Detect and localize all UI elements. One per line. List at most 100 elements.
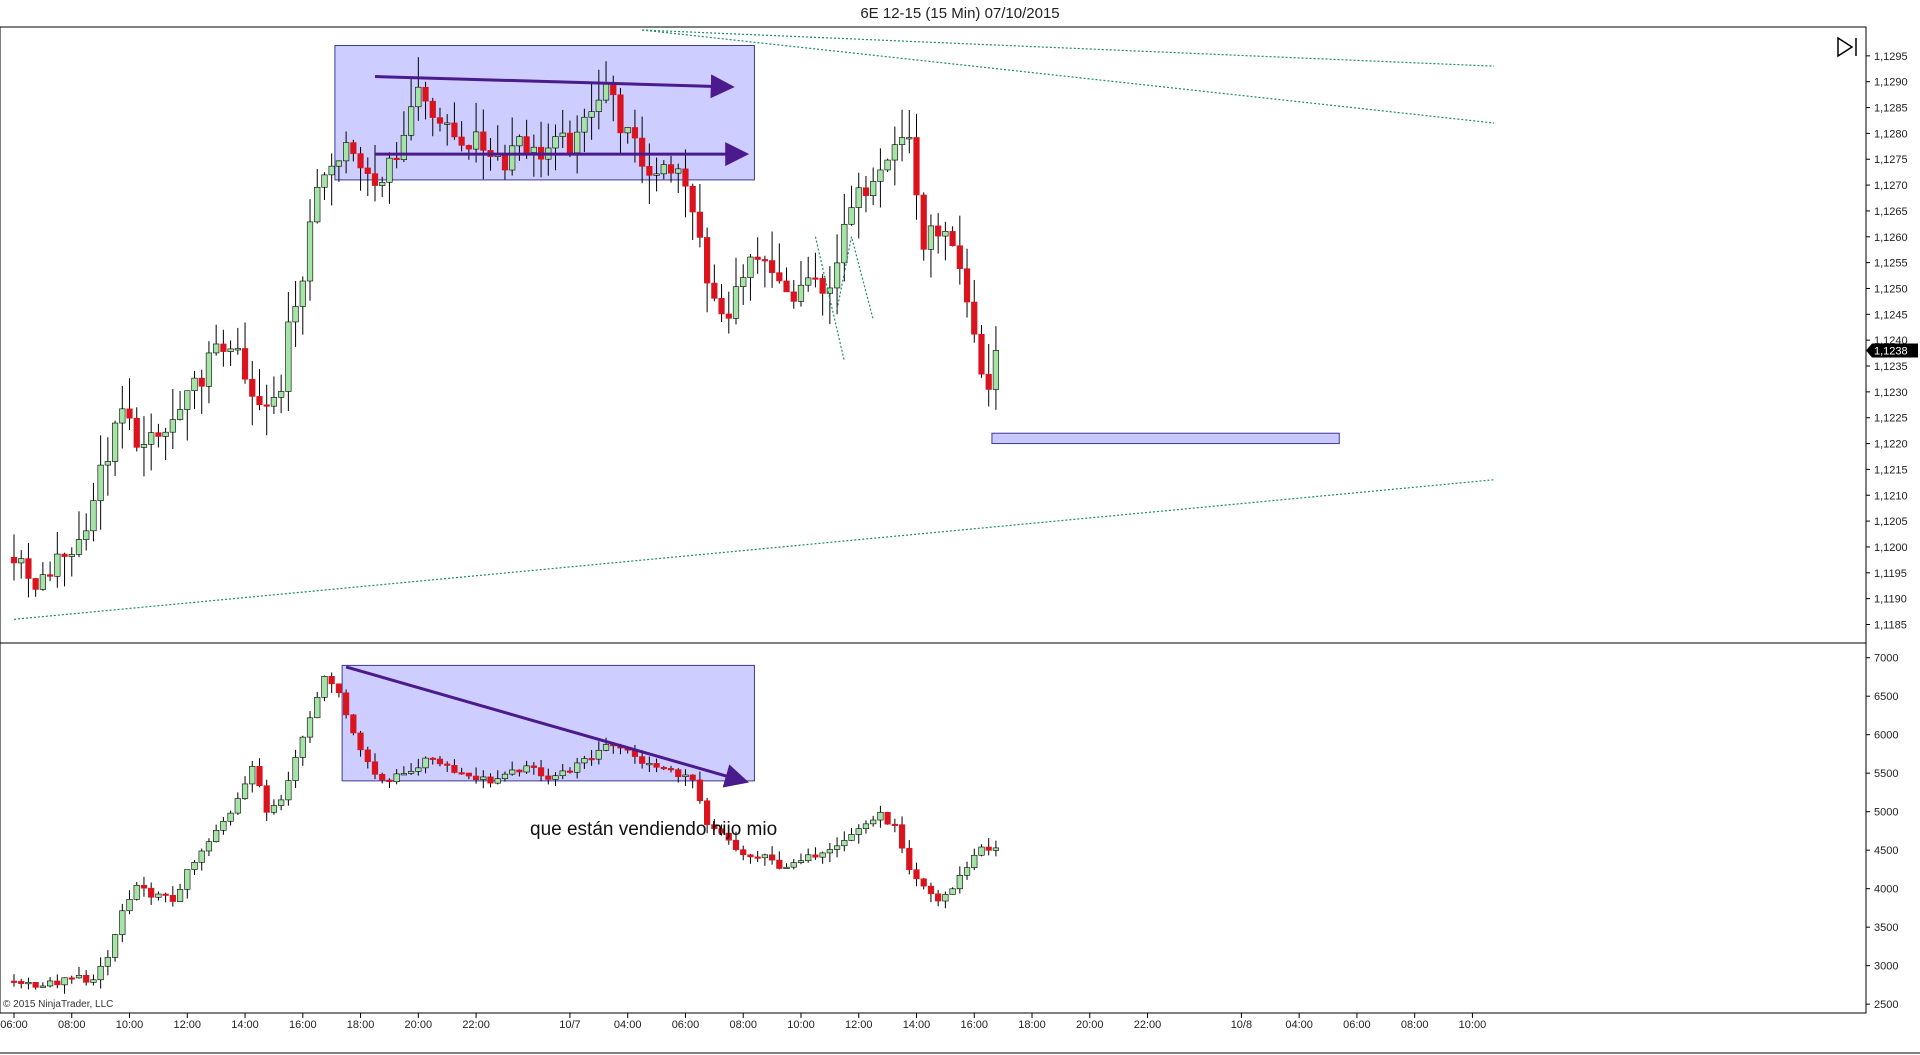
- time-tick-label: 04:00: [614, 1019, 642, 1031]
- forward-to-end-icon[interactable]: [1834, 34, 1860, 60]
- time-tick-label: 06:00: [1343, 1019, 1371, 1031]
- price-candle-up: [292, 306, 299, 323]
- price-candle-down: [718, 298, 725, 315]
- volume-candle-up: [971, 854, 978, 868]
- price-candle-up: [270, 397, 278, 407]
- volume-candle-up: [400, 773, 407, 776]
- volume-candle-up: [61, 977, 68, 986]
- price-candle-down: [263, 404, 270, 407]
- price-candle-down: [465, 145, 472, 150]
- volume-candle-down: [732, 839, 740, 850]
- volume-candle-up: [306, 717, 314, 738]
- volume-candle-down: [263, 785, 270, 813]
- volume-candle-up: [198, 850, 205, 863]
- price-candle-down: [646, 166, 653, 176]
- volume-candle-up: [956, 874, 963, 890]
- price-axis-tick-label: 1,1255: [1874, 258, 1908, 270]
- time-tick-label: 22:00: [1134, 1019, 1162, 1031]
- price-candle-up: [581, 116, 588, 133]
- volume-candle-down: [768, 854, 776, 861]
- price-candle-down: [617, 94, 624, 134]
- price-candle-up: [884, 159, 891, 171]
- volume-candle-up: [595, 749, 602, 760]
- volume-candle-down: [472, 775, 480, 780]
- volume-candle-down: [335, 683, 343, 694]
- price-candle-down: [566, 132, 574, 154]
- price-candle-up: [83, 530, 90, 540]
- volume-candle-up: [314, 697, 321, 719]
- volume-candle-up: [826, 849, 833, 854]
- price-candle-up: [602, 83, 610, 101]
- volume-candle-down: [465, 772, 472, 777]
- price-candle-up: [18, 558, 25, 564]
- volume-candle-up: [104, 957, 111, 967]
- volume-candle-up: [111, 934, 119, 958]
- chart-frame: [0, 26, 1920, 1054]
- price-candle-down: [610, 83, 617, 96]
- price-candle-down: [768, 260, 776, 273]
- price-axis-tick-label: 1,1270: [1874, 180, 1908, 192]
- last-price-label: 1,1238: [1874, 346, 1908, 358]
- volume-candle-down: [18, 981, 25, 985]
- price-candle-up: [509, 145, 516, 171]
- price-candle-up: [68, 554, 75, 557]
- price-candle-up: [169, 419, 176, 433]
- volume-candle-up: [819, 852, 826, 858]
- price-candle-up: [855, 187, 862, 208]
- volume-axis-tick-label: 7000: [1874, 653, 1898, 665]
- price-candle-down: [696, 211, 703, 238]
- price-candle-up: [472, 131, 480, 150]
- price-candle-up: [407, 106, 415, 136]
- volume-axis-tick-label: 5500: [1874, 768, 1898, 780]
- price-candle-up: [841, 223, 848, 264]
- price-candle-up: [119, 408, 126, 424]
- volume-candle-up: [797, 860, 805, 863]
- price-candle-down: [935, 225, 942, 237]
- volume-candle-down: [891, 823, 898, 826]
- volume-candle-down: [566, 770, 574, 773]
- volume-candle-up: [848, 834, 855, 841]
- time-tick-label: 10:00: [787, 1019, 815, 1031]
- price-candle-down: [963, 268, 971, 303]
- time-tick-label: 08:00: [1401, 1019, 1429, 1031]
- price-candle-down: [256, 396, 263, 406]
- time-tick-label: 12:00: [845, 1019, 873, 1031]
- price-candle-down: [364, 167, 371, 174]
- price-candle-up: [588, 111, 595, 118]
- volume-candle-down: [985, 846, 992, 851]
- volume-axis-tick-label: 4000: [1874, 884, 1898, 896]
- price-candle-down: [155, 432, 162, 437]
- volume-candle-down: [696, 779, 703, 802]
- price-candle-up: [444, 122, 451, 125]
- volume-candle-down: [436, 758, 444, 765]
- price-candle-up: [205, 352, 213, 387]
- price-axis-tick-label: 1,1280: [1874, 128, 1908, 140]
- volume-candle-down: [343, 692, 350, 716]
- volume-candle-down: [935, 893, 942, 902]
- price-candle-down: [422, 86, 429, 102]
- time-tick-label: 14:00: [231, 1019, 259, 1031]
- price-candle-up: [740, 277, 747, 287]
- price-candle-up: [595, 99, 602, 112]
- price-candle-up: [805, 277, 812, 286]
- price-candle-up: [227, 348, 234, 352]
- volume-candle-up: [574, 762, 581, 773]
- price-candle-up: [140, 444, 148, 448]
- volume-candle-down: [588, 758, 595, 761]
- price-candle-up: [927, 225, 935, 250]
- volume-candle-down: [776, 859, 783, 869]
- price-candle-up: [176, 409, 184, 420]
- price-axis-tick-label: 1,1185: [1874, 619, 1907, 631]
- volume-candle-up: [862, 823, 870, 829]
- volume-candle-up: [646, 763, 653, 766]
- volume-candle-down: [54, 980, 61, 986]
- price-candle-up: [559, 132, 566, 137]
- price-candle-up: [184, 390, 191, 410]
- price-axis-tick-label: 1,1210: [1874, 490, 1908, 502]
- volume-axis-tick-label: 6000: [1874, 730, 1898, 742]
- price-axis-tick-label: 1,1205: [1874, 516, 1908, 528]
- price-candle-down: [501, 153, 509, 171]
- volume-candle-up: [176, 889, 184, 902]
- price-candle-down: [220, 343, 227, 352]
- price-candle-down: [776, 272, 783, 282]
